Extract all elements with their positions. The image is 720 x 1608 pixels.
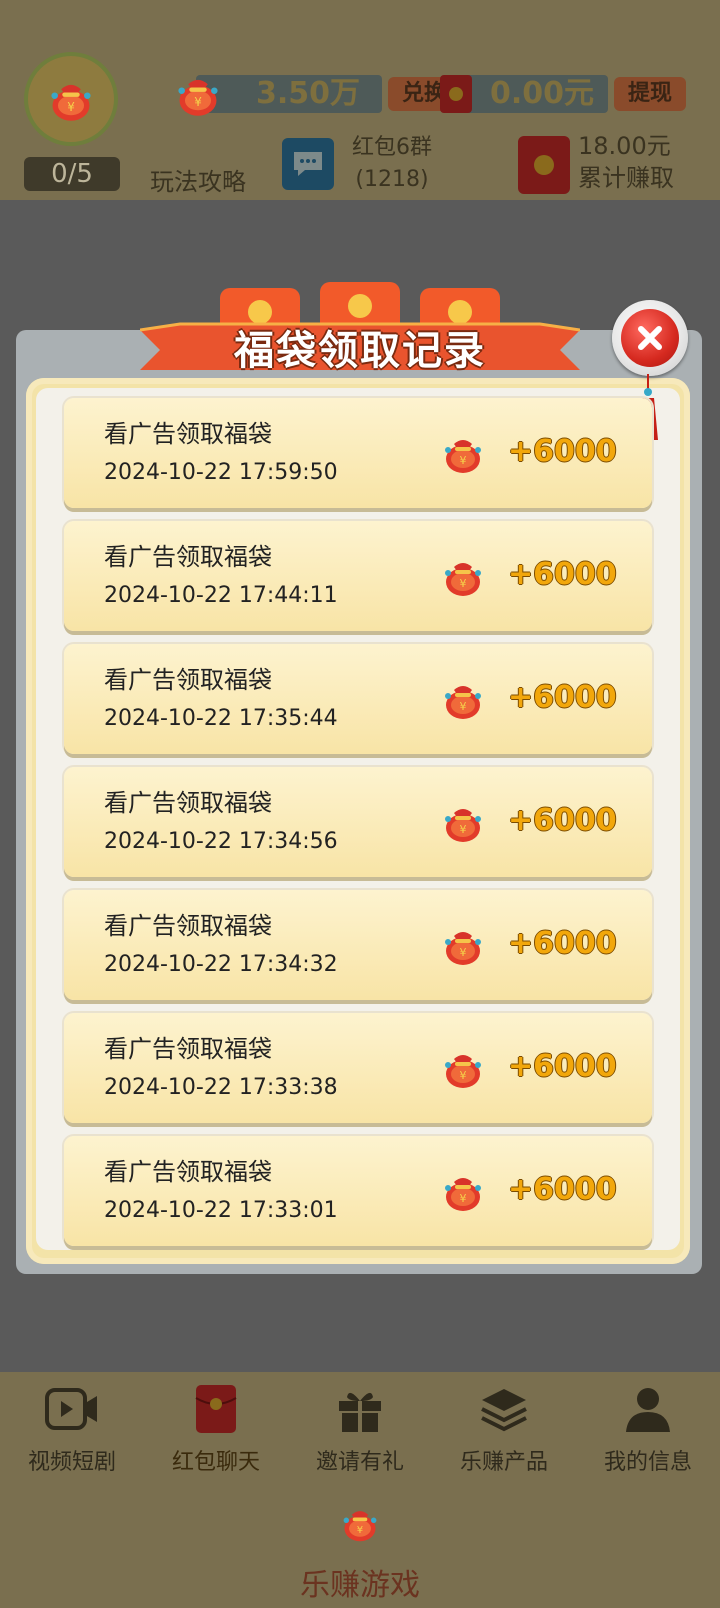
nav-item-invite[interactable]: 邀请有礼 (288, 1372, 432, 1488)
coin-balance: 3.50万 兑换 (170, 74, 461, 114)
record-amount: +6000 (508, 926, 617, 961)
record-time: 2024-10-22 17:35:44 (104, 706, 338, 731)
lucky-bag-icon (440, 676, 486, 722)
record-item: 看广告领取福袋 2024-10-22 17:34:56 +6000 (64, 767, 652, 877)
record-time: 2024-10-22 17:33:01 (104, 1198, 338, 1223)
nav-label: 视频短剧 (27, 1450, 116, 1475)
total-earned-envelope-icon (518, 136, 570, 194)
lucky-bag-icon (440, 1168, 486, 1214)
red-envelope-icon (440, 75, 472, 113)
total-earned-value: 18.00元 (578, 132, 671, 160)
nav-item-profile[interactable]: 我的信息 (576, 1372, 720, 1488)
user-icon (620, 1384, 676, 1434)
record-title: 看广告领取福袋 (104, 1158, 272, 1186)
guide-link[interactable]: 玩法攻略 (150, 162, 246, 197)
chat-group-label[interactable]: 红包6群 (1218) (352, 132, 432, 196)
record-title: 看广告领取福袋 (104, 543, 272, 571)
record-title: 看广告领取福袋 (104, 789, 272, 817)
record-item: 看广告领取福袋 2024-10-22 17:33:38 +6000 (64, 1013, 652, 1123)
record-title: 看广告领取福袋 (104, 420, 272, 448)
record-title: 看广告领取福袋 (104, 1035, 272, 1063)
chat-group-count: (1218) (355, 167, 429, 192)
modal-title: 福袋领取记录 (234, 328, 486, 374)
nav-label: 乐赚产品 (459, 1450, 548, 1475)
record-amount: +6000 (508, 434, 617, 469)
record-time: 2024-10-22 17:34:56 (104, 829, 338, 854)
lucky-bag-icon (440, 922, 486, 968)
nav-label: 红包聊天 (171, 1450, 260, 1475)
close-button[interactable] (612, 300, 688, 376)
total-earned: 18.00元 累计赚取 (578, 130, 674, 194)
record-title: 看广告领取福袋 (104, 912, 272, 940)
record-item: 看广告领取福袋 2024-10-22 17:59:50 +6000 (64, 398, 652, 508)
lucky-bag-avatar[interactable] (24, 52, 118, 146)
bag-progress: 0/5 (24, 157, 120, 191)
lucky-bag-icon (440, 1045, 486, 1091)
lucky-bag-icon (440, 799, 486, 845)
lucky-bag-icon (46, 74, 96, 124)
lucky-bag-icon (338, 1502, 382, 1544)
record-amount: +6000 (508, 1172, 617, 1207)
nav-item-products[interactable]: 乐赚产品 (432, 1372, 576, 1488)
layers-icon (476, 1384, 532, 1434)
record-title: 看广告领取福袋 (104, 666, 272, 694)
app-header: 0/5 玩法攻略 3.50万 兑换 0.00元 提现 红包6群 (1218) 1… (0, 0, 720, 200)
video-icon (44, 1384, 100, 1434)
cash-value: 0.00元 (464, 75, 609, 113)
nav-label: 我的信息 (603, 1450, 692, 1475)
red-envelope-icon (188, 1384, 244, 1434)
total-earned-label: 累计赚取 (578, 164, 674, 192)
chat-group-name: 红包6群 (352, 135, 432, 160)
coin-bag-icon (170, 69, 226, 119)
record-item: 看广告领取福袋 2024-10-22 17:33:01 +6000 (64, 1136, 652, 1246)
record-time: 2024-10-22 17:44:11 (104, 583, 338, 608)
record-amount: +6000 (508, 557, 617, 592)
record-amount: +6000 (508, 680, 617, 715)
record-item: 看广告领取福袋 2024-10-22 17:44:11 +6000 (64, 521, 652, 631)
chat-icon[interactable] (282, 138, 334, 190)
close-icon (621, 309, 679, 367)
withdraw-button[interactable]: 提现 (614, 77, 687, 111)
record-amount: +6000 (508, 803, 617, 838)
record-time: 2024-10-22 17:59:50 (104, 460, 338, 485)
record-time: 2024-10-22 17:34:32 (104, 952, 338, 977)
lucky-bag-icon (440, 553, 486, 599)
games-label: 乐赚游戏 (300, 1568, 420, 1603)
record-item: 看广告领取福袋 2024-10-22 17:34:32 +6000 (64, 890, 652, 1000)
nav-label: 邀请有礼 (315, 1450, 404, 1475)
nav-item-video[interactable]: 视频短剧 (0, 1372, 144, 1488)
lucky-bag-icon (440, 430, 486, 476)
bottom-nav: 视频短剧 红包聊天 邀请有礼 乐赚产品 我的信息 (0, 1372, 720, 1488)
record-amount: +6000 (508, 1049, 617, 1084)
record-item: 看广告领取福袋 2024-10-22 17:35:44 +6000 (64, 644, 652, 754)
gift-icon (332, 1384, 388, 1434)
nav-item-red-envelope-chat[interactable]: 红包聊天 (144, 1372, 288, 1488)
cash-balance: 0.00元 提现 (440, 74, 687, 114)
games-bar[interactable]: 乐赚游戏 (0, 1488, 720, 1608)
record-time: 2024-10-22 17:33:38 (104, 1075, 338, 1100)
